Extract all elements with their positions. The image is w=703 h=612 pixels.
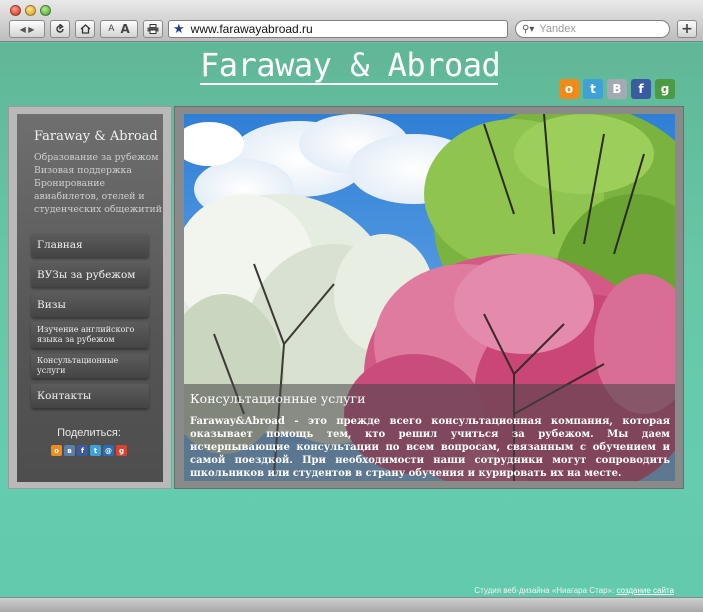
address-url: www.farawayabroad.ru [190,22,313,36]
text-size-buttons[interactable]: A A [100,20,138,38]
text-larger-button[interactable]: A [120,22,129,36]
nav-visas[interactable]: Визы [31,293,149,317]
browser-toolbar: ◀ ▶ A A ★ www.farawayabroad.ru ⚲▾ Yandex… [0,0,703,42]
sidebar-desc-line: Бронирование [34,178,105,189]
main-content-frame: Консультационные услуги Faraway&Abroad -… [174,106,684,489]
nav-universities-abroad[interactable]: ВУЗы за рубежом [31,263,149,287]
nav-contacts[interactable]: Контакты [31,384,149,408]
browser-status-bar [0,597,703,612]
back-forward-buttons[interactable]: ◀ ▶ [9,20,45,38]
caption-overlay: Консультационные услуги Faraway&Abroad -… [184,384,675,481]
title-underline [200,83,498,85]
reload-button[interactable] [50,20,70,38]
facebook-share-icon[interactable]: f [77,445,88,456]
nav-home[interactable]: Главная [31,233,149,257]
facebook-icon[interactable]: f [631,79,651,99]
text-smaller-button[interactable]: A [108,24,114,34]
vkontakte-share-icon[interactable]: в [64,445,75,456]
google-icon[interactable]: g [655,79,675,99]
address-bar[interactable]: ★ www.farawayabroad.ru [168,20,508,38]
sidebar-desc-line: Визовая поддержка [34,165,132,176]
minimize-window-icon[interactable] [25,5,36,16]
social-links-top: о t В f g [559,79,675,99]
window-controls [10,5,51,16]
vkontakte-icon[interactable]: В [607,79,627,99]
nav-consulting[interactable]: Консультационные услуги [31,354,149,378]
sidebar-brand: Faraway & Abroad [34,129,158,144]
add-tab-button[interactable]: + [677,20,697,38]
site-title[interactable]: Faraway & Abroad [200,46,501,84]
twitter-icon[interactable]: t [583,79,603,99]
footer: Студия веб-дизайна «Ниагара Стар»: созда… [0,586,674,595]
odnoklassniki-icon[interactable]: о [559,79,579,99]
odnoklassniki-share-icon[interactable]: о [51,445,62,456]
spring-blossom-photo: Консультационные услуги Faraway&Abroad -… [184,114,675,481]
nav-english-study-abroad[interactable]: Изучение английского языка за рубежом [31,322,149,348]
home-icon [80,24,90,34]
twitter-share-icon[interactable]: t [90,445,101,456]
sidebar-description: Образование за рубежом Визовая поддержка… [34,151,164,216]
footer-link[interactable]: создание сайта [616,586,674,595]
sidebar-desc-line: Образование за рубежом [34,152,159,163]
search-placeholder: Yandex [539,23,576,35]
print-button[interactable] [143,20,163,38]
caption-title: Консультационные услуги [190,391,366,406]
caption-text: Faraway&Abroad - это прежде всего консул… [190,416,670,479]
zoom-window-icon[interactable] [40,5,51,16]
back-forward-icon: ◀ ▶ [19,24,35,34]
close-window-icon[interactable] [10,5,21,16]
home-button[interactable] [75,20,95,38]
footer-text: Студия веб-дизайна «Ниагара Стар»: [474,586,617,595]
mail-share-icon[interactable]: @ [103,445,114,456]
plus-icon: + [681,21,693,37]
share-label: Поделиться: [57,427,121,439]
sidebar-desc-line: авиабилетов, отелей и [34,191,145,202]
bookmark-star-icon[interactable]: ★ [173,23,185,36]
web-page: Faraway & Abroad о t В f g Faraway & Abr… [0,43,703,612]
sidebar-desc-line: студенческих общежитий [34,204,162,215]
reload-icon [56,24,64,33]
printer-icon [147,24,159,34]
social-share-buttons: о в f t @ g [51,445,127,456]
google-plus-share-icon[interactable]: g [116,445,127,456]
search-icon: ⚲▾ [522,23,535,35]
search-field[interactable]: ⚲▾ Yandex [515,20,670,38]
